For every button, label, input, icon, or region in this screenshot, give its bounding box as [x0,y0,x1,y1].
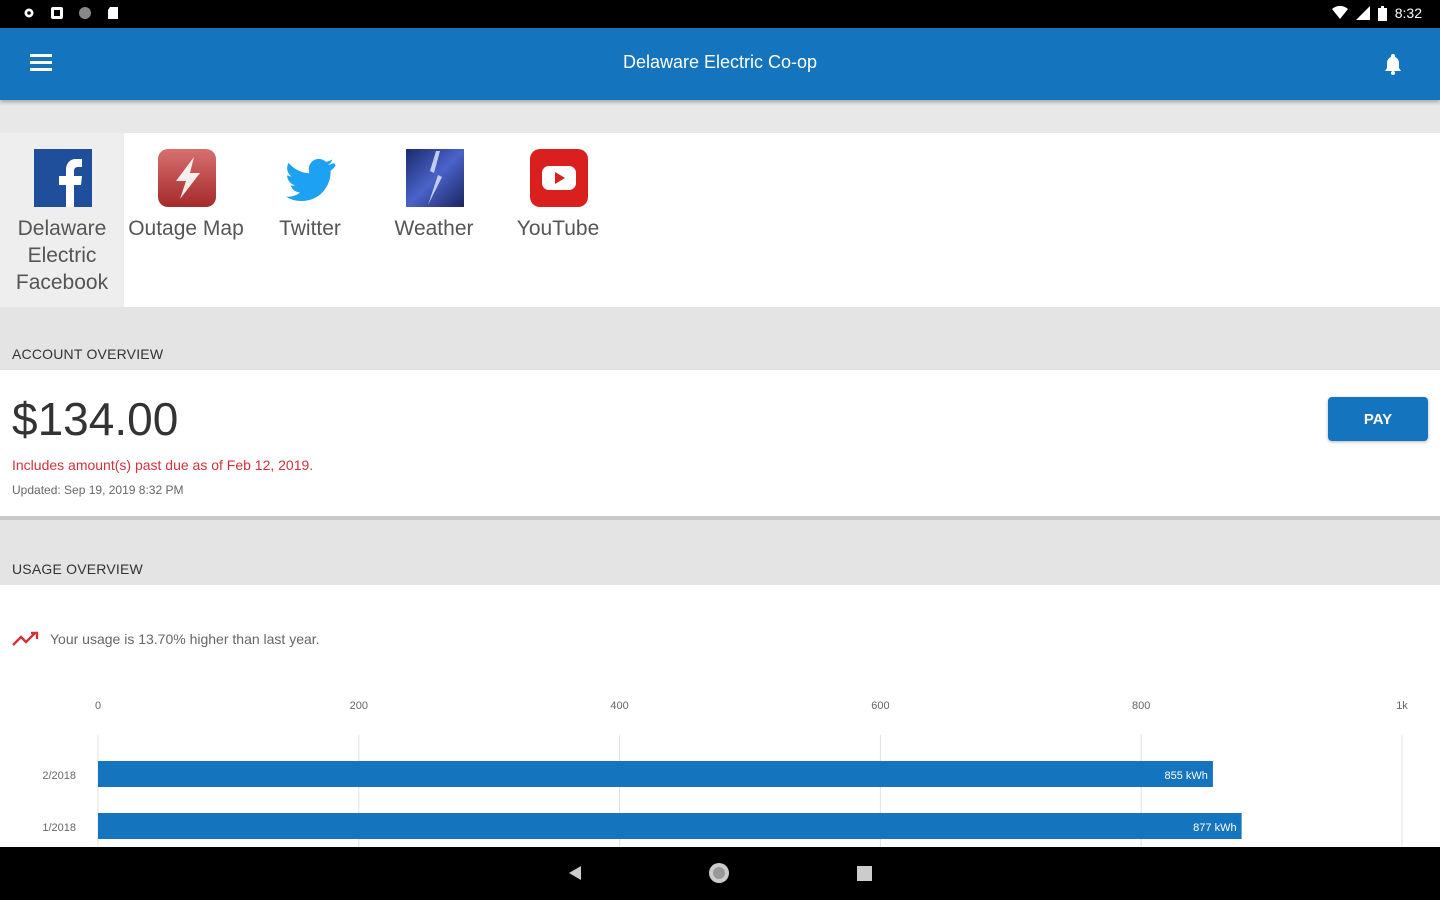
wifi-icon [1331,6,1348,19]
status-time: 8:32 [1394,5,1422,21]
account-card: $134.00 Includes amount(s) past due as o… [0,370,1440,520]
shortcut-weather[interactable]: Weather [372,133,496,307]
app-title: Delaware Electric Co-op [622,52,818,72]
shortcut-twitter[interactable]: Twitter [248,133,372,307]
signal-icon [1355,6,1370,20]
youtube-icon [530,149,588,207]
notification-icon [51,7,63,19]
updated-timestamp: Updated: Sep 19, 2019 8:32 PM [12,483,184,497]
past-due-note: Includes amount(s) past due as of Feb 12… [12,457,314,473]
x-tick-label: 200 [350,700,368,712]
sd-card-icon [108,7,118,19]
pay-button[interactable]: PAY [1328,397,1428,441]
shortcut-facebook[interactable]: Delaware Electric Facebook [0,133,124,307]
bar-data-label: 855 kWh [1164,770,1207,782]
weather-icon [406,149,464,207]
usage-bar[interactable] [98,813,1242,839]
navigation-bar [0,847,1440,900]
shortcut-label: Weather [394,217,474,240]
shortcut-label: Twitter [279,217,341,240]
account-section-title: ACCOUNT OVERVIEW [12,346,164,362]
balance-amount: $134.00 [12,393,179,445]
twitter-icon [286,158,336,202]
x-tick-label: 800 [1132,700,1150,712]
x-tick-label: 600 [871,700,889,712]
y-category-label: 1/2018 [42,822,76,834]
shortcut-label: Outage Map [128,217,244,240]
usage-section-header: USAGE OVERVIEW [0,520,1440,585]
usage-chart: 0 200 400 600 800 1k 2/2018 855 kWh 1/2018 877 kW… [42,700,1408,847]
status-bar: 8:32 [0,0,1440,28]
usage-bar[interactable] [98,761,1213,787]
account-section-header: ACCOUNT OVERVIEW [0,307,1440,370]
y-category-label: 2/2018 [42,770,76,782]
shortcut-label: YouTube [516,217,600,240]
facebook-icon [34,149,92,207]
usage-section-title: USAGE OVERVIEW [12,561,143,577]
x-tick-label: 0 [95,700,101,712]
bell-icon[interactable] [1382,52,1404,76]
settings-icon [24,8,34,18]
bar-data-label: 877 kWh [1193,822,1236,834]
home-icon[interactable] [708,862,730,884]
back-icon[interactable] [567,865,583,881]
x-tick-label: 400 [610,700,628,712]
shortcut-outage-map[interactable]: Outage Map [124,133,248,307]
outage-map-icon [158,149,216,207]
battery-icon [1377,5,1387,21]
shortcut-youtube[interactable]: YouTube [496,133,620,307]
shortcut-label: Delaware Electric Facebook [15,217,109,294]
shortcut-row: Delaware Electric Facebook Outage Map Tw… [0,133,1440,307]
x-tick-label: 1k [1396,700,1408,712]
usage-card: Your usage is 13.70% higher than last ye… [0,585,1440,847]
app-bar: Delaware Electric Co-op [0,28,1440,100]
recents-icon[interactable] [857,866,872,881]
sync-icon [79,7,91,19]
